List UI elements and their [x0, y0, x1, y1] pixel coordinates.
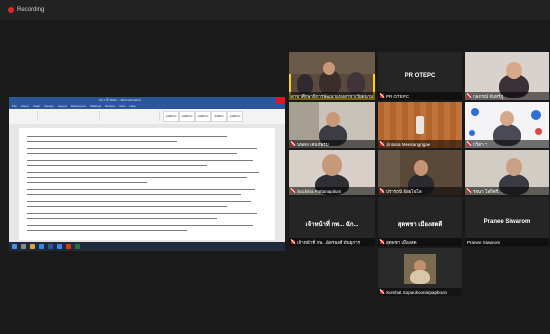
word-ribbon: AaBbCc AaBbCc AaBbCc AaBbC AaBbCc — [9, 109, 285, 125]
muted-mic-icon — [291, 142, 295, 146]
participant-name: PR OTEPC — [386, 93, 410, 99]
participant-name-bar: PR OTEPC — [378, 92, 462, 100]
style-option[interactable]: AaBbCc — [163, 111, 179, 122]
word-window-title: S3 1 น้ำเสนอ ... Microsoft Word — [99, 98, 141, 102]
participant-tile[interactable]: Suchitra Pattanapitum — [289, 150, 375, 195]
participant-name-bar: เจ้าหน้าที่ กพ...ฉัตรพงศ์ พันธุการ — [289, 238, 375, 246]
word-icon[interactable] — [48, 244, 53, 249]
style-option[interactable]: AaBbCc — [227, 111, 243, 122]
participant-name-bar: Jintana Meesangngae — [378, 140, 462, 148]
participant-name: ปรารถนี อ้อยไฉไล — [386, 188, 422, 194]
participant-name-bar: กวิตา ฯ — [465, 140, 549, 148]
clipboard-group[interactable] — [11, 111, 38, 121]
start-icon[interactable] — [12, 244, 17, 249]
style-option[interactable]: AaBbCc — [179, 111, 195, 122]
participant-name-bar: Pranee Siwarom — [465, 238, 549, 246]
muted-mic-icon — [380, 290, 384, 294]
participant-name: เจ้าหน้าที่ กพ...ฉัตรพงศ์ พันธุการ — [297, 239, 361, 245]
participant-name: กวิตา ฯ — [473, 141, 488, 147]
participant-center-name: Pranee Siwarom — [483, 218, 531, 225]
participant-name-bar: นพดล เคนกพรม — [289, 140, 375, 148]
participant-tile[interactable]: สุดพชา เมืองสดดี สุดพชา เมืองสด — [378, 197, 462, 246]
participant-tile[interactable]: รจนา โลกิตรี... — [465, 150, 549, 195]
muted-mic-icon — [380, 189, 384, 193]
powerpoint-icon[interactable] — [66, 244, 71, 249]
participant-name-bar: Sombat Supaukoonarpapboon — [378, 288, 462, 296]
word-title-bar: S3 1 น้ำเสนอ ... Microsoft Word — [9, 97, 285, 104]
maximize-icon[interactable] — [267, 97, 276, 104]
font-group[interactable] — [39, 111, 100, 121]
record-dot-icon — [8, 7, 14, 13]
participant-center-name: PR OTEPC — [404, 73, 436, 80]
participant-name-bar: กุลภรณ์ จันทร์ภู — [465, 92, 549, 100]
participant-tile[interactable]: กุลภรณ์ จันทร์ภู — [465, 52, 549, 100]
participant-name-bar: รจนา โลกิตรี... — [465, 187, 549, 195]
participant-name: นพดล เคนกพรม — [297, 141, 329, 147]
participant-name: สาขาศึกษาธิการพัฒนาแห่งสาขาเวียดนาม — [291, 93, 374, 99]
shared-screen[interactable]: S3 1 น้ำเสนอ ... Microsoft Word File Hom… — [9, 97, 285, 251]
muted-mic-icon — [291, 240, 295, 244]
meeting-top-bar: Recording — [0, 0, 550, 20]
paragraph-group[interactable] — [101, 111, 160, 121]
search-icon[interactable] — [21, 244, 26, 249]
participant-name-bar: Suchitra Pattanapitum — [289, 187, 375, 195]
style-option[interactable]: AaBbC — [211, 111, 227, 122]
recording-label: Recording — [17, 7, 45, 13]
folder-icon[interactable] — [30, 244, 35, 249]
participant-tile[interactable]: เจ้าหน้าที่ กพ... ฉัก... เจ้าหน้าที่ กพ.… — [289, 197, 375, 246]
participant-name: รจนา โลกิตรี... — [473, 188, 502, 194]
participant-center-name: สุดพชา เมืองสดดี — [397, 221, 443, 228]
participant-tile[interactable]: กวิตา ฯ — [465, 102, 549, 148]
participant-tile[interactable]: ปรารถนี อ้อยไฉไล — [378, 150, 462, 195]
participant-tile[interactable]: นพดล เคนกพรม — [289, 102, 375, 148]
document-area — [9, 124, 285, 242]
minimize-icon[interactable] — [258, 97, 267, 104]
participant-tile[interactable]: สาขาศึกษาธิการพัฒนาแห่งสาขาเวียดนาม — [289, 52, 375, 100]
participant-name: สุดพชา เมืองสด — [386, 239, 417, 245]
participant-tile[interactable]: Sombat Supaukoonarpapboon — [378, 248, 462, 296]
browser-icon[interactable] — [39, 244, 44, 249]
participant-center-name: เจ้าหน้าที่ กพ... ฉัก... — [305, 221, 359, 228]
windows-taskbar — [9, 242, 285, 251]
muted-mic-icon — [467, 94, 471, 98]
muted-mic-icon — [467, 142, 471, 146]
participant-name: Pranee Siwarom — [467, 239, 501, 245]
style-option[interactable]: AaBbCc — [195, 111, 211, 122]
participant-name: กุลภรณ์ จันทร์ภู — [473, 93, 504, 99]
participant-name: Jintana Meesangngae — [386, 141, 431, 147]
participant-name-bar: สาขาศึกษาธิการพัฒนาแห่งสาขาเวียดนาม — [289, 92, 375, 100]
muted-mic-icon — [467, 189, 471, 193]
excel-icon[interactable] — [75, 244, 80, 249]
muted-mic-icon — [380, 94, 384, 98]
document-page[interactable] — [19, 128, 275, 240]
participant-name-bar: สุดพชา เมืองสด — [378, 238, 462, 246]
participant-tile[interactable]: Jintana Meesangngae — [378, 102, 462, 148]
muted-mic-icon — [380, 142, 384, 146]
participant-name: Sombat Supaukoonarpapboon — [386, 289, 448, 295]
participant-name: Suchitra Pattanapitum — [297, 188, 342, 194]
zoom-icon[interactable] — [57, 244, 62, 249]
recording-indicator[interactable]: Recording — [8, 5, 44, 15]
muted-mic-icon — [291, 189, 295, 193]
participant-tile[interactable]: Pranee Siwarom Pranee Siwarom — [465, 197, 549, 246]
participant-name-bar: ปรารถนี อ้อยไฉไล — [378, 187, 462, 195]
participant-tile[interactable]: PR OTEPC PR OTEPC — [378, 52, 462, 100]
close-icon[interactable] — [276, 97, 285, 104]
muted-mic-icon — [380, 240, 384, 244]
